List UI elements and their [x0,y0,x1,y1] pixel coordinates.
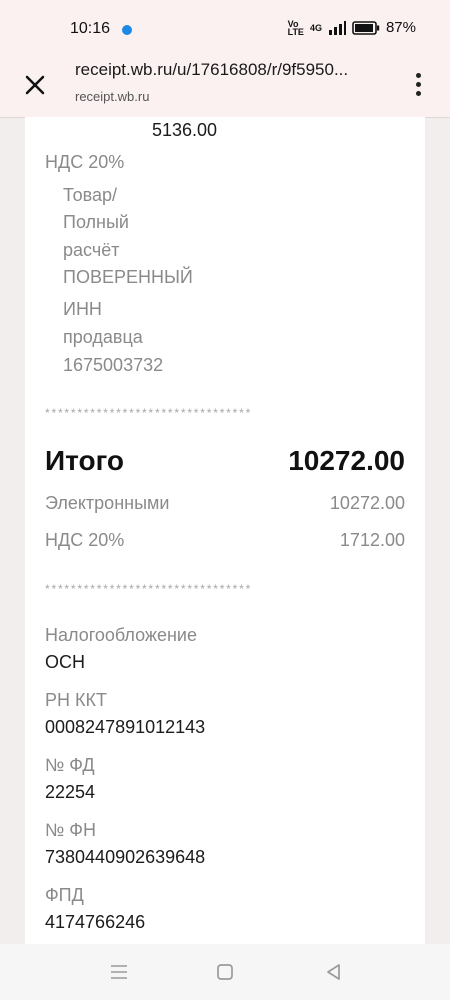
detail-value: 22254 [45,782,96,802]
item-detail-line: ПОВЕРЕННЫЙ [63,267,193,287]
status-bar: 10:16 Vo LTE 4G 87% [0,0,450,58]
battery-percentage: 87% [385,19,416,36]
page-url[interactable]: receipt.wb.ru/u/17616808/r/9f5950... [75,60,375,80]
detail-label: Налогообложение [45,625,197,645]
page-domain: receipt.wb.ru [75,89,150,104]
electronic-label: Электронными [45,493,170,513]
notification-dot-icon [122,25,132,35]
more-vert-icon-dot [415,72,421,78]
more-vert-icon-dot [415,81,421,87]
close-button[interactable] [18,68,52,102]
item-detail-line: Товар/ [63,185,117,205]
status-right: Vo LTE 4G 87% [288,19,416,36]
detail-value: 4174766246 [45,912,146,932]
item-detail-line: Полный [63,212,129,232]
total-label: Итого [45,445,124,476]
back-icon [327,964,340,980]
detail-value: 0008247891012143 [45,717,206,737]
vat-total-label: НДС 20% [45,530,125,550]
home-button[interactable] [211,958,239,986]
signal-icon [328,20,346,35]
item-vat-label: НДС 20% [45,152,125,172]
close-icon [25,75,45,95]
total-value: 10272.00 [288,445,405,476]
volte-icon: Vo LTE [287,18,304,37]
vat-total-value: 1712.00 [339,530,405,550]
separator-line: ******************************** [45,406,253,420]
status-time: 10:16 [70,20,111,37]
detail-label: № ФД [45,755,95,775]
detail-value: ОСН [45,652,85,672]
receipt-content: 5136.00 НДС 20% Товар/ Полный расчёт ПОВ… [25,117,425,944]
more-vert-icon-dot [415,90,421,96]
item-amount: 5136.00 [152,120,218,140]
more-options-button[interactable] [406,67,430,101]
network-type: 4G [309,22,322,33]
home-icon [217,964,233,980]
detail-label: РН ККТ [45,690,107,710]
battery-icon [352,20,380,35]
recent-apps-button[interactable] [105,958,133,986]
seller-inn-label: продавца [63,327,143,347]
seller-inn-label: ИНН [63,299,102,319]
electronic-value: 10272.00 [329,493,405,513]
detail-label: ФПД [45,885,84,905]
recent-apps-icon [111,965,127,979]
seller-inn-value: 1675003732 [63,355,164,375]
separator-line: ******************************** [45,582,253,596]
item-detail-line: расчёт [63,240,120,260]
detail-value: 7380440902639648 [45,847,206,867]
browser-header: receipt.wb.ru/u/17616808/r/9f5950... rec… [0,58,450,118]
system-navigation-bar [0,944,450,1000]
detail-label: № ФН [45,820,96,840]
back-button[interactable] [320,958,348,986]
